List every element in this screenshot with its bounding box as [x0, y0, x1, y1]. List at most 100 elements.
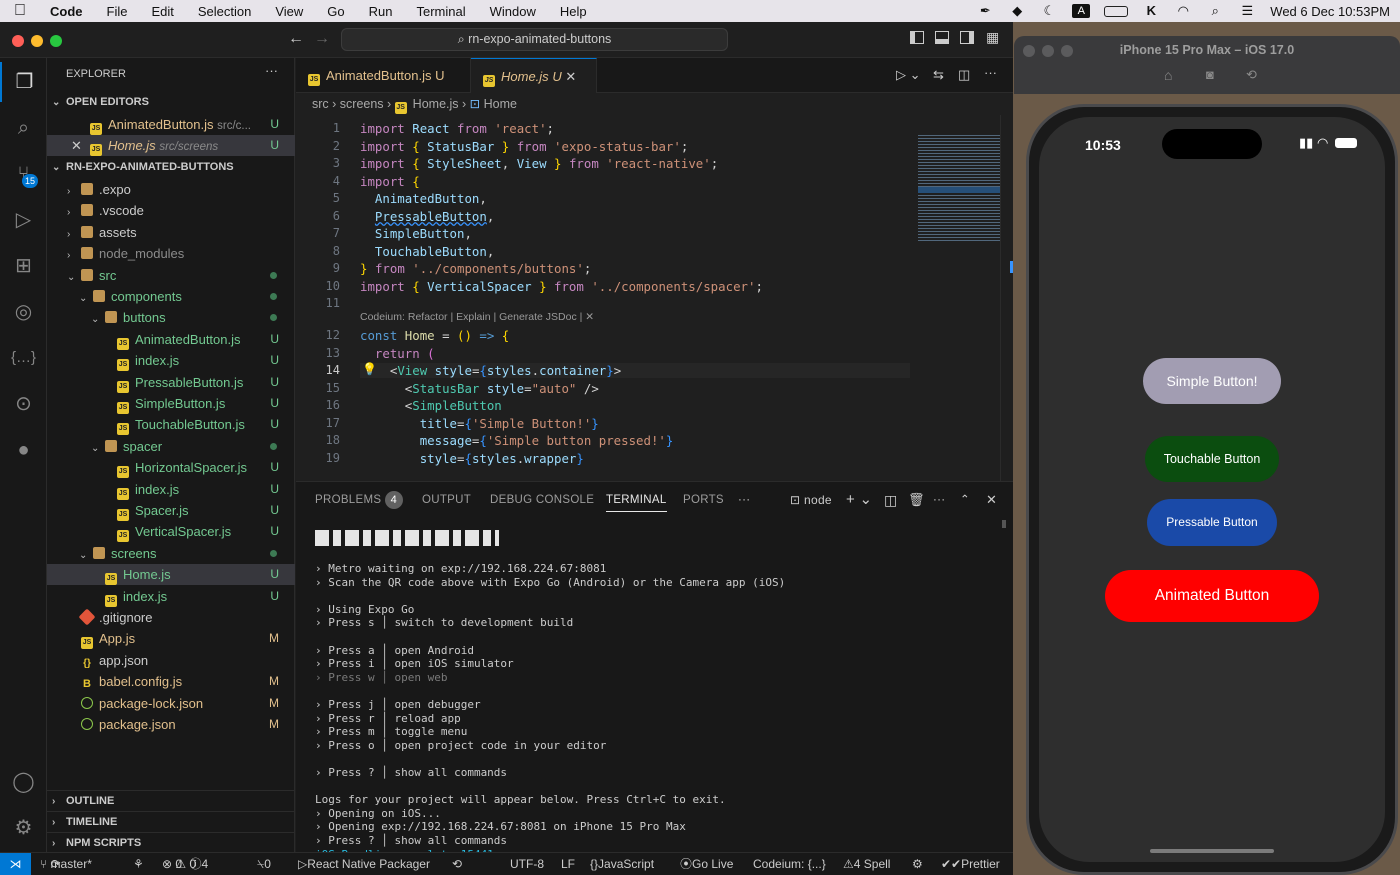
split-terminal-icon[interactable]: ◫: [884, 482, 898, 518]
prettier-status[interactable]: ✔✔ Prettier: [941, 853, 1000, 875]
tree-item[interactable]: JS VerticalSpacer.js U: [47, 521, 295, 543]
notifications-icon[interactable]: ⚙: [912, 853, 923, 875]
command-center[interactable]: ⌕ rn-expo-animated-buttons: [341, 28, 728, 51]
sync-icon[interactable]: ⟲: [452, 853, 462, 875]
tree-item[interactable]: ⌄ components: [47, 286, 295, 307]
close-icon[interactable]: ✕: [71, 135, 90, 156]
tree-item[interactable]: › node_modules: [47, 243, 295, 264]
tree-item[interactable]: JS HorizontalSpacer.js U: [47, 457, 295, 479]
rotate-icon[interactable]: ⟲: [1246, 67, 1257, 83]
tree-item[interactable]: Bbabel.config.js M: [47, 671, 295, 692]
source-control-icon[interactable]: ⑂ 15: [0, 154, 47, 194]
panel-more-icon[interactable]: ···: [933, 482, 945, 518]
breadcrumb-screens[interactable]: screens: [340, 97, 384, 111]
menu-terminal[interactable]: Terminal: [405, 4, 478, 19]
breadcrumb-file[interactable]: Home.js: [413, 97, 459, 111]
apple-icon[interactable]: : [0, 2, 38, 20]
codeium-codelens[interactable]: Codeium: Refactor | Explain | Generate J…: [360, 311, 594, 323]
tab-debug-console[interactable]: DEBUG CONSOLE: [490, 482, 594, 518]
k-app-icon[interactable]: K: [1142, 4, 1160, 18]
codeium-status[interactable]: Codeium: {...}: [753, 853, 826, 875]
menubar-clock[interactable]: Wed 6 Dec 10:53PM: [1270, 4, 1390, 19]
tree-item[interactable]: JS index.js U: [47, 479, 295, 500]
remote-indicator-icon[interactable]: ⋊: [0, 853, 31, 875]
menu-view[interactable]: View: [263, 4, 315, 19]
encoding-status[interactable]: UTF-8: [510, 853, 544, 875]
input-source-indicator[interactable]: A: [1072, 4, 1091, 18]
spotlight-search-icon[interactable]: ⌕: [1206, 4, 1224, 18]
toggle-panel-icon[interactable]: [935, 31, 949, 44]
more-actions-icon[interactable]: ···: [265, 63, 278, 78]
screenshot-icon[interactable]: ◙: [1206, 67, 1214, 82]
timeline-section[interactable]: › TIMELINE: [47, 811, 295, 832]
tree-item[interactable]: ⌄ buttons: [47, 307, 295, 328]
git-branch[interactable]: ⑂ master* ⟳: [40, 853, 92, 875]
compare-changes-icon[interactable]: ⇆: [933, 67, 944, 83]
tree-item[interactable]: JS index.js U: [47, 350, 295, 372]
open-editor-item-active[interactable]: ✕ JS Home.js src/screens U: [47, 135, 295, 156]
explorer-icon[interactable]: ❐: [0, 62, 47, 102]
eol-status[interactable]: LF: [561, 853, 575, 875]
problems-status[interactable]: ⊗ 0 ⚠ 0 ⓘ 4: [162, 853, 208, 875]
new-terminal-icon[interactable]: + ⌄: [846, 482, 872, 518]
toggle-secondary-sidebar-icon[interactable]: [960, 31, 974, 44]
npm-scripts-section[interactable]: › NPM SCRIPTS: [47, 832, 295, 853]
open-editors-header[interactable]: ⌄ OPEN EDITORS: [47, 92, 295, 113]
packager-status[interactable]: ▷ React Native Packager: [298, 853, 430, 875]
control-center-icon[interactable]: ☰: [1238, 4, 1256, 18]
tree-item[interactable]: JS PressableButton.js U: [47, 372, 295, 393]
menu-file[interactable]: File: [95, 4, 140, 19]
tree-item[interactable]: package-lock.json M: [47, 693, 295, 714]
tree-item[interactable]: JS TouchableButton.js U: [47, 414, 295, 436]
tab-terminal[interactable]: TERMINAL: [606, 482, 667, 512]
battery-icon[interactable]: [1104, 5, 1129, 17]
lightbulb-icon[interactable]: 💡: [362, 362, 377, 376]
maximize-panel-icon[interactable]: ⌃: [960, 482, 970, 518]
breadcrumb-symbol[interactable]: Home: [484, 97, 517, 111]
tree-item[interactable]: › .vscode: [47, 200, 295, 221]
code-editor[interactable]: 1 2 3 4 5 6 7 8 9 10 11 12 13 14 15 16 1…: [296, 115, 1013, 481]
tree-item[interactable]: JS Spacer.js U: [47, 500, 295, 521]
search-icon[interactable]: ⌕: [0, 108, 47, 148]
ports-status[interactable]: ⍀ 0: [257, 853, 271, 875]
close-window-button[interactable]: [12, 35, 24, 47]
menu-help[interactable]: Help: [548, 4, 599, 19]
trash-icon[interactable]: 🗑: [908, 482, 925, 518]
cube-icon[interactable]: ◆: [1008, 4, 1026, 18]
tab-problems[interactable]: PROBLEMS 4: [315, 482, 403, 518]
more-actions-icon[interactable]: ···: [984, 65, 997, 80]
more-tabs-icon[interactable]: ···: [738, 482, 750, 518]
customize-layout-icon[interactable]: ▦: [986, 29, 999, 46]
editor-scrollbar[interactable]: [1000, 115, 1013, 481]
menu-window[interactable]: Window: [478, 4, 548, 19]
remote-explorer-icon[interactable]: ◎: [0, 292, 47, 332]
menu-edit[interactable]: Edit: [139, 4, 185, 19]
minimize-window-button[interactable]: [31, 35, 43, 47]
pressable-button[interactable]: Pressable Button: [1147, 499, 1277, 546]
home-indicator[interactable]: [1150, 849, 1274, 853]
toggle-sidebar-icon[interactable]: [910, 31, 924, 44]
tab-output[interactable]: OUTPUT: [422, 482, 471, 518]
close-tab-icon[interactable]: ✕: [565, 69, 576, 84]
spell-status[interactable]: ⚠ 4 Spell: [843, 853, 890, 875]
tree-item[interactable]: {} app.json: [47, 650, 295, 671]
settings-gear-icon[interactable]: ⚙: [0, 808, 47, 848]
tree-item[interactable]: package.json M: [47, 714, 295, 735]
animated-button[interactable]: Animated Button: [1105, 570, 1319, 622]
wifi-icon[interactable]: ◠: [1174, 4, 1192, 18]
touchable-button[interactable]: Touchable Button: [1145, 436, 1279, 482]
run-file-icon[interactable]: ▷ ⌄: [896, 67, 921, 83]
split-editor-icon[interactable]: ◫: [958, 67, 970, 83]
zoom-window-button[interactable]: [50, 35, 62, 47]
tree-item[interactable]: ⌄ screens: [47, 543, 295, 564]
open-editor-item[interactable]: JS AnimatedButton.js src/c... U: [47, 114, 295, 135]
tab-home[interactable]: JS Home.js U ✕: [471, 58, 597, 93]
feather-icon[interactable]: ✒: [976, 4, 994, 18]
git-graph-status-icon[interactable]: ⚘: [133, 853, 144, 875]
close-panel-icon[interactable]: ✕: [986, 482, 997, 518]
terminal-selector[interactable]: ⊡ node: [790, 482, 832, 518]
go-live-status[interactable]: ⦿ Go Live: [680, 853, 733, 875]
tree-item[interactable]: ⌄ spacer: [47, 436, 295, 457]
tree-item[interactable]: JS App.js M: [47, 628, 295, 650]
tree-item[interactable]: › assets: [47, 222, 295, 243]
